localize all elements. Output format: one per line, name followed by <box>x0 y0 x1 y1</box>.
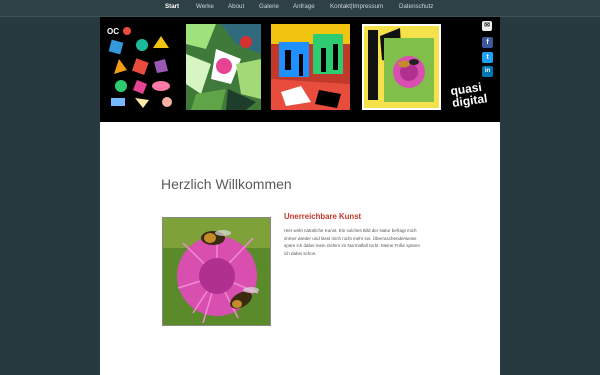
linkedin-icon[interactable]: in <box>482 66 493 77</box>
bee-flower-image <box>163 218 270 325</box>
bee-photo[interactable] <box>162 217 271 326</box>
quasi-digital-logo[interactable]: quasi digital <box>450 79 499 121</box>
banner-image-shapes[interactable]: OC <box>105 24 179 110</box>
nav-item-datenschutz[interactable]: Datenschutz <box>399 3 433 10</box>
flowers-artwork <box>186 24 261 110</box>
nav-item-about[interactable]: About <box>228 3 244 10</box>
twitter-icon[interactable]: t <box>482 52 493 63</box>
nav-item-start[interactable]: Start <box>165 3 179 10</box>
banner-image-bee[interactable] <box>362 24 441 110</box>
shapes-artwork: OC <box>107 27 172 108</box>
nav-item-anfrage[interactable]: Anfrage <box>293 3 315 10</box>
banner-image-vivid[interactable] <box>271 24 350 110</box>
nav-item-kontakt-impressum[interactable]: Kontakt|Impressum <box>330 3 383 10</box>
svg-text:OC: OC <box>107 27 119 36</box>
content-page: Herzlich Willkommen Unerreichbare Kunst … <box>100 122 500 375</box>
article-heading: Unerreichbare Kunst <box>284 212 362 221</box>
bee-artwork <box>362 24 441 110</box>
article-text: Hier wirkt natürliche Kunst. Ein solches… <box>284 228 421 256</box>
header-banner: OC ✉ f t in quasi digital <box>100 17 500 122</box>
mail-icon[interactable]: ✉ <box>482 21 492 31</box>
page-title: Herzlich Willkommen <box>161 176 292 193</box>
nav-item-galerie[interactable]: Galerie <box>259 3 279 10</box>
nav-item-werke[interactable]: Werke <box>196 3 214 10</box>
top-navigation: Start Werke About Galerie Anfrage Kontak… <box>0 0 600 17</box>
facebook-icon[interactable]: f <box>482 37 493 48</box>
vivid-artwork <box>271 24 350 110</box>
banner-image-flowers[interactable] <box>186 24 261 110</box>
